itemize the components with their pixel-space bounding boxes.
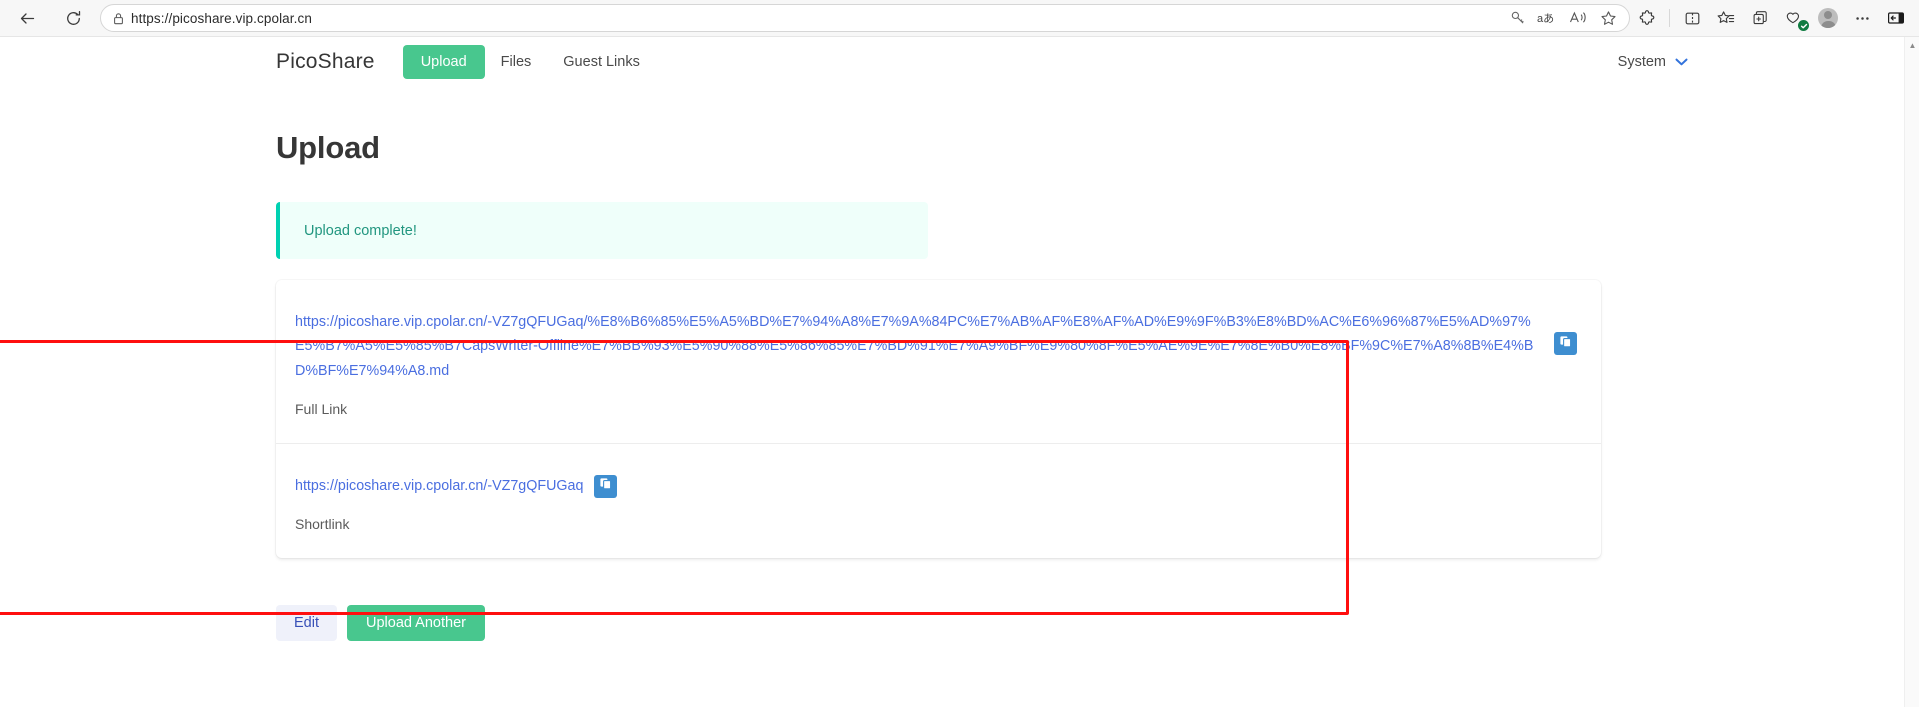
full-link-caption: Full Link	[295, 400, 348, 417]
full-link-block: https://picoshare.vip.cpolar.cn/-VZ7gQFU…	[276, 280, 1601, 443]
split-screen-icon[interactable]	[1675, 1, 1709, 35]
lock-icon	[105, 5, 131, 31]
nav-item-upload[interactable]: Upload	[402, 44, 485, 79]
copy-short-link-button[interactable]	[594, 474, 618, 498]
chevron-down-icon	[1675, 55, 1688, 68]
full-link-row: https://picoshare.vip.cpolar.cn/-VZ7gQFU…	[295, 310, 1577, 383]
key-icon[interactable]	[1503, 5, 1533, 31]
upload-another-button[interactable]: Upload Another	[347, 605, 485, 642]
system-dropdown-label: System	[1617, 53, 1666, 70]
short-link-url[interactable]: https://picoshare.vip.cpolar.cn/-VZ7gQFU…	[295, 474, 583, 498]
sidebar-icon[interactable]	[1879, 1, 1913, 35]
page-title: Upload	[276, 130, 380, 165]
favorite-star-icon[interactable]	[1593, 5, 1623, 31]
toolbar-divider	[1669, 9, 1670, 27]
edit-button[interactable]: Edit	[276, 605, 337, 642]
copy-icon	[1559, 335, 1572, 353]
reload-button[interactable]	[56, 1, 90, 35]
full-link-url[interactable]: https://picoshare.vip.cpolar.cn/-VZ7gQFU…	[295, 310, 1536, 383]
url-text: https://picoshare.vip.cpolar.cn	[131, 10, 312, 26]
essentials-check-badge	[1798, 20, 1809, 31]
read-aloud-icon[interactable]	[1563, 5, 1593, 31]
browser-actions	[1630, 1, 1919, 35]
nav-item-files[interactable]: Files	[485, 45, 548, 79]
upload-complete-notification: Upload complete!	[276, 202, 928, 259]
favorites-icon[interactable]	[1709, 1, 1743, 35]
short-link-caption: Shortlink	[295, 516, 350, 533]
collections-icon[interactable]	[1743, 1, 1777, 35]
avatar	[1818, 8, 1838, 28]
address-bar[interactable]: https://picoshare.vip.cpolar.cn aあ	[100, 4, 1630, 32]
back-arrow-icon	[19, 10, 36, 27]
extensions-icon[interactable]	[1630, 1, 1664, 35]
brand-logo[interactable]: PicoShare	[276, 50, 375, 74]
copy-icon	[599, 477, 612, 495]
svg-text:aあ: aあ	[1537, 12, 1554, 25]
browser-essentials-icon[interactable]	[1777, 1, 1811, 35]
browser-toolbar: https://picoshare.vip.cpolar.cn aあ	[0, 0, 1919, 37]
vertical-scrollbar[interactable]: ▲	[1904, 37, 1919, 707]
system-dropdown[interactable]: System	[1618, 54, 1688, 70]
page-content: PicoShare Upload Files Guest Links Syste…	[0, 37, 1904, 707]
translate-icon[interactable]: aあ	[1533, 5, 1563, 31]
short-link-row: https://picoshare.vip.cpolar.cn/-VZ7gQFU…	[295, 474, 1577, 498]
action-buttons: Edit Upload Another	[276, 605, 1904, 642]
nav-links: Upload Files Guest Links	[402, 44, 656, 79]
copy-full-link-button[interactable]	[1554, 332, 1577, 355]
site-navbar: PicoShare Upload Files Guest Links Syste…	[0, 37, 1904, 86]
reload-icon	[65, 10, 82, 27]
notification-text: Upload complete!	[304, 222, 417, 239]
main-content: Upload Upload complete! https://picoshar…	[0, 130, 1904, 642]
back-button[interactable]	[10, 1, 44, 35]
short-link-block: https://picoshare.vip.cpolar.cn/-VZ7gQFU…	[276, 442, 1601, 558]
profile-avatar-icon[interactable]	[1811, 1, 1845, 35]
settings-more-icon[interactable]	[1845, 1, 1879, 35]
scroll-up-arrow-icon[interactable]: ▲	[1905, 42, 1919, 50]
links-card: https://picoshare.vip.cpolar.cn/-VZ7gQFU…	[276, 280, 1601, 559]
nav-item-guest-links[interactable]: Guest Links	[547, 45, 656, 79]
